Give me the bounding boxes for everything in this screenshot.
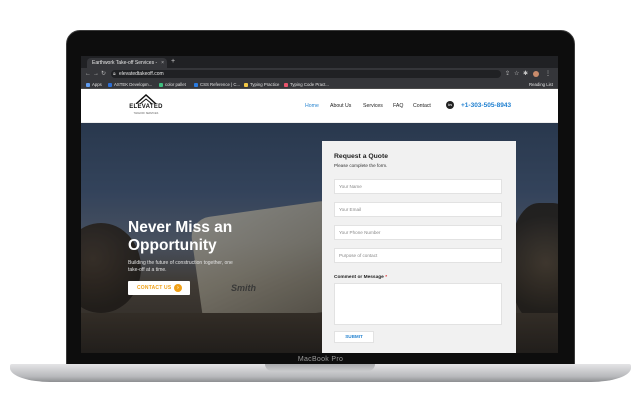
apps-icon	[86, 82, 90, 87]
arrow-right-icon: ›	[174, 284, 182, 292]
nav-contact[interactable]: Contact	[413, 103, 431, 109]
bookmark-icon	[159, 82, 163, 87]
quote-form: Request a Quote Please complete the form…	[322, 141, 516, 353]
close-icon[interactable]: ×	[161, 58, 164, 68]
hero-subtitle: Building the future of construction toge…	[128, 260, 233, 273]
email-field[interactable]: Your Email	[334, 202, 502, 217]
bookmark-apps[interactable]: Apps	[86, 80, 102, 89]
logo-tagline: TAKEOFF SERVICES	[133, 112, 159, 115]
hero-section: Smith Never Miss an Opportunity Building…	[81, 123, 558, 353]
bookmark-icon	[244, 82, 248, 87]
browser-tab[interactable]: Earthwork Take-off Services - ×	[87, 58, 167, 68]
new-tab-button[interactable]: +	[171, 57, 175, 67]
bookmark-css-reference[interactable]: CSS Reference | C...	[194, 80, 240, 89]
bookmark-color-pallet[interactable]: color pallet	[159, 80, 186, 89]
site-header: ELEVATED TAKEOFF SERVICES Home About Us …	[81, 90, 558, 123]
laptop-model-label: MacBook Pro	[297, 356, 344, 363]
bookmark-icon	[108, 82, 112, 87]
site-logo[interactable]: ELEVATED TAKEOFF SERVICES	[129, 94, 163, 118]
required-mark: *	[385, 275, 388, 280]
submit-button[interactable]: SUBMIT	[334, 331, 374, 343]
name-field[interactable]: Your Name	[334, 179, 502, 194]
laptop-notch	[265, 364, 375, 371]
browser-toolbar: ← → ↻ 🔒︎ elevatedtakeoff.com ⇪ ☆ ✱ ⋮	[81, 68, 558, 80]
url-text: elevatedtakeoff.com	[119, 71, 164, 77]
form-subtitle: Please complete the form.	[334, 163, 388, 168]
comment-label: Comment or Message *	[334, 275, 388, 280]
address-bar[interactable]: 🔒︎ elevatedtakeoff.com	[111, 70, 501, 78]
back-icon[interactable]: ←	[85, 68, 91, 80]
linkedin-icon[interactable]: in	[446, 101, 454, 109]
nav-about-us[interactable]: About Us	[330, 103, 351, 109]
form-title: Request a Quote	[334, 153, 389, 160]
bookmark-typing-code[interactable]: Typing Code Pract...	[284, 80, 329, 89]
reload-icon[interactable]: ↻	[101, 68, 106, 80]
reading-list[interactable]: Reading List	[529, 80, 553, 89]
bookmark-astek[interactable]: ASTEK Developm...	[108, 80, 152, 89]
share-icon[interactable]: ⇪	[505, 68, 510, 80]
browser-tab-bar: Earthwork Take-off Services - × +	[81, 56, 558, 68]
cta-label: CONTACT US	[137, 285, 172, 291]
star-icon[interactable]: ☆	[514, 68, 519, 80]
roof-icon	[135, 94, 157, 104]
contact-us-button[interactable]: CONTACT US ›	[128, 281, 190, 295]
tab-title: Earthwork Take-off Services -	[92, 60, 158, 66]
nav-services[interactable]: Services	[363, 103, 383, 109]
forward-icon[interactable]: →	[93, 68, 99, 80]
bookmark-typing-practice[interactable]: Typing Practice	[244, 80, 279, 89]
comment-textarea[interactable]	[334, 283, 502, 325]
nav-faq[interactable]: FAQ	[393, 103, 403, 109]
lock-icon: 🔒︎	[113, 71, 116, 77]
bookmark-icon	[194, 82, 198, 87]
hero-title: Never Miss an Opportunity	[128, 219, 233, 254]
bookmark-icon	[284, 82, 288, 87]
profile-avatar[interactable]	[533, 71, 539, 77]
purpose-field[interactable]: Purpose of contact	[334, 248, 502, 263]
bookmarks-bar: Apps ASTEK Developm... color pallet CSS …	[81, 80, 558, 89]
logo-wordmark: ELEVATED	[129, 104, 163, 110]
menu-icon[interactable]: ⋮	[545, 68, 551, 80]
nav-home[interactable]: Home	[305, 103, 319, 109]
phone-field[interactable]: Your Phone Number	[334, 225, 502, 240]
extensions-icon[interactable]: ✱	[523, 68, 528, 80]
laptop-screen: Earthwork Take-off Services - × + ← → ↻ …	[81, 56, 558, 353]
phone-link[interactable]: +1-303-505-8943	[461, 102, 511, 109]
